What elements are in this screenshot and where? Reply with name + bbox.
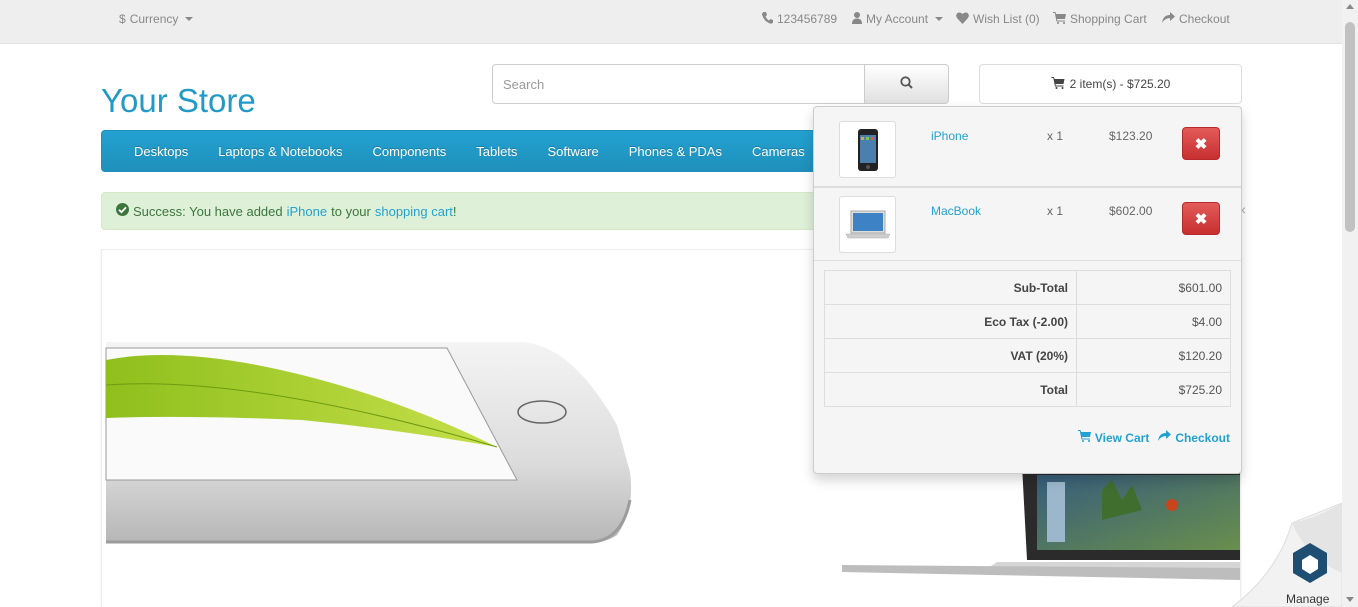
iphone-image bbox=[857, 128, 878, 171]
totals-value: $601.00 bbox=[1076, 270, 1231, 305]
menu-item-cameras[interactable]: Cameras bbox=[737, 144, 820, 159]
remove-item-button[interactable]: ✖ bbox=[1182, 202, 1220, 235]
alert-text-suffix: ! bbox=[452, 203, 457, 219]
check-circle-icon bbox=[116, 203, 129, 219]
totals-value: $120.20 bbox=[1076, 338, 1231, 373]
wish-list-link[interactable]: Wish List (0) bbox=[956, 12, 1040, 26]
menu-item-tablets[interactable]: Tablets bbox=[461, 144, 532, 159]
dropdown-checkout-link[interactable]: Checkout bbox=[1158, 430, 1230, 445]
totals-row: Eco Tax (-2.00) $4.00 bbox=[824, 304, 1231, 339]
cart-icon bbox=[1053, 12, 1066, 26]
phone-icon bbox=[762, 12, 773, 26]
heart-icon bbox=[956, 12, 969, 26]
cart-item-name[interactable]: iPhone bbox=[931, 129, 968, 143]
user-icon bbox=[852, 12, 862, 26]
totals-label: VAT (20%) bbox=[824, 338, 1077, 373]
shopping-cart-link[interactable]: Shopping Cart bbox=[1053, 12, 1147, 26]
cart-icon bbox=[1051, 76, 1065, 92]
cart-total-button[interactable]: 2 item(s) - $725.20 bbox=[979, 64, 1242, 104]
currency-dropdown[interactable]: $ Currency bbox=[119, 12, 194, 26]
phone-number: 123456789 bbox=[777, 12, 838, 26]
alert-text-prefix: Success: You have added bbox=[133, 203, 283, 219]
menu-item-software[interactable]: Software bbox=[532, 144, 613, 159]
view-cart-link[interactable]: View Cart bbox=[1077, 430, 1150, 445]
menu-item-desktops[interactable]: Desktops bbox=[119, 144, 203, 159]
product-thumbnail[interactable] bbox=[839, 196, 896, 253]
page-scrollbar[interactable] bbox=[1342, 0, 1358, 607]
search-input[interactable] bbox=[492, 64, 865, 104]
menu-item-laptops-notebooks[interactable]: Laptops & Notebooks bbox=[203, 144, 357, 159]
totals-row: Sub-Total $601.00 bbox=[824, 270, 1231, 305]
alert-product-link[interactable]: iPhone bbox=[287, 204, 327, 219]
success-alert: Success: You have added iPhone to your s… bbox=[101, 192, 836, 230]
totals-row: VAT (20%) $120.20 bbox=[824, 338, 1231, 373]
view-cart-label: View Cart bbox=[1094, 430, 1150, 445]
cart-item-qty: x 1 bbox=[1047, 204, 1064, 218]
menu-item-phones-pdas[interactable]: Phones & PDAs bbox=[614, 144, 737, 159]
macbook-image bbox=[845, 210, 890, 238]
alert-text-middle: to your bbox=[331, 203, 371, 219]
checkout-link[interactable]: Checkout bbox=[1162, 12, 1230, 26]
cart-item-qty: x 1 bbox=[1047, 129, 1064, 143]
top-bar: $ Currency 123456789 My Account Wish Lis… bbox=[0, 0, 1342, 44]
share-icon bbox=[1162, 12, 1175, 26]
cart-item-row: iPhone x 1 $123.20 ✖ bbox=[814, 113, 1241, 187]
cart-totals-table: Sub-Total $601.00 Eco Tax (-2.00) $4.00 … bbox=[824, 270, 1231, 407]
scroll-down-arrow-icon[interactable] bbox=[1346, 597, 1354, 602]
cart-total-label: 2 item(s) - $725.20 bbox=[1069, 77, 1171, 91]
search-button[interactable] bbox=[865, 64, 949, 104]
store-logo[interactable]: Your Store bbox=[101, 82, 256, 120]
close-icon: ✖ bbox=[1194, 135, 1208, 153]
totals-label: Sub-Total bbox=[824, 270, 1077, 305]
search-icon bbox=[900, 76, 913, 92]
cart-item-price: $602.00 bbox=[1109, 204, 1153, 218]
totals-value: $4.00 bbox=[1076, 304, 1231, 339]
totals-label: Eco Tax (-2.00) bbox=[824, 304, 1077, 339]
product-thumbnail[interactable] bbox=[839, 121, 896, 178]
chevron-down-icon bbox=[935, 17, 944, 21]
cart-icon bbox=[1077, 430, 1091, 445]
my-account-dropdown[interactable]: My Account bbox=[852, 12, 944, 26]
scrollbar-thumb[interactable] bbox=[1345, 22, 1355, 232]
checkout-label: Checkout bbox=[1179, 12, 1230, 26]
remove-item-button[interactable]: ✖ bbox=[1182, 127, 1220, 160]
menu-item-components[interactable]: Components bbox=[358, 144, 462, 159]
currency-symbol: $ bbox=[119, 12, 126, 26]
totals-row: Total $725.20 bbox=[824, 372, 1231, 407]
phone-link[interactable]: 123456789 bbox=[762, 12, 837, 26]
cart-dropdown-actions: View Cart Checkout bbox=[1077, 430, 1230, 445]
cart-item-row: MacBook x 1 $602.00 ✖ bbox=[814, 187, 1241, 261]
totals-value: $725.20 bbox=[1076, 372, 1231, 407]
cart-item-name[interactable]: MacBook bbox=[931, 204, 981, 218]
totals-label: Total bbox=[824, 372, 1077, 407]
chevron-down-icon bbox=[185, 17, 194, 21]
share-icon bbox=[1158, 430, 1172, 445]
scroll-up-arrow-icon[interactable] bbox=[1346, 4, 1354, 9]
cart-item-price: $123.20 bbox=[1109, 129, 1153, 143]
cart-dropdown: iPhone x 1 $123.20 ✖ MacBook x 1 $602.00… bbox=[813, 106, 1242, 474]
my-account-label: My Account bbox=[866, 12, 929, 26]
wish-list-label: Wish List (0) bbox=[973, 12, 1040, 26]
dropdown-checkout-label: Checkout bbox=[1175, 430, 1230, 445]
currency-label: Currency bbox=[129, 12, 179, 26]
category-menu: Desktops Laptops & Notebooks Components … bbox=[101, 130, 836, 172]
search-bar bbox=[492, 64, 949, 104]
manage-label[interactable]: Manage bbox=[1286, 592, 1329, 606]
alert-cart-link[interactable]: shopping cart bbox=[375, 204, 453, 219]
close-icon: ✖ bbox=[1194, 210, 1208, 228]
shopping-cart-label: Shopping Cart bbox=[1070, 12, 1147, 26]
